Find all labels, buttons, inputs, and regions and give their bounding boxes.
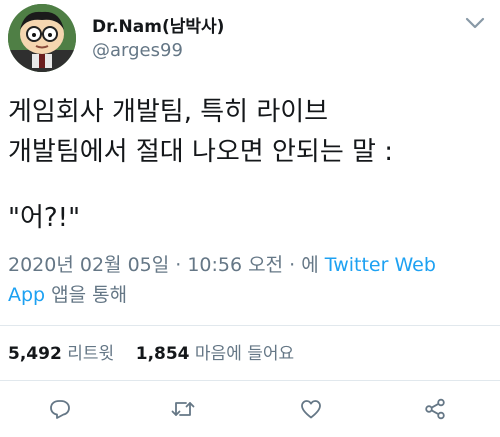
divider bbox=[0, 380, 500, 381]
like-label: 마음에 들어요 bbox=[194, 344, 295, 364]
chevron-down-icon[interactable] bbox=[462, 12, 488, 34]
share-icon[interactable] bbox=[420, 394, 450, 424]
action-bar bbox=[0, 392, 500, 426]
tweet-text: 게임회사 개발팀, 특히 라이브 개발팀에서 절대 나오면 안되는 말 : bbox=[8, 92, 488, 172]
tweet-timestamp[interactable]: 2020년 02월 05일 · 10:56 오전 · 에 bbox=[8, 254, 319, 276]
user-display-name[interactable]: Dr.Nam(남박사) bbox=[92, 12, 224, 37]
tweet-line-1: 게임회사 개발팀, 특히 라이브 bbox=[8, 97, 329, 127]
avatar-cartoon-icon bbox=[8, 4, 76, 72]
retweet-icon[interactable] bbox=[168, 394, 198, 424]
retweet-label: 리트윗 bbox=[67, 344, 115, 364]
source-link[interactable]: Twitter Web bbox=[325, 254, 436, 276]
tweet-quote: "어?!" bbox=[8, 203, 81, 233]
tweet-line-2: 개발팀에서 절대 나오면 안되는 말 : bbox=[8, 137, 393, 167]
reply-icon[interactable] bbox=[45, 394, 75, 424]
tweet-stats: 5,492 리트윗 1,854 마음에 들어요 bbox=[8, 342, 294, 366]
source-link-cont[interactable]: App bbox=[8, 284, 45, 306]
tweet-metadata: 2020년 02월 05일 · 10:56 오전 · 에 Twitter Web… bbox=[8, 250, 494, 310]
source-suffix: 앱을 통해 bbox=[51, 284, 128, 306]
retweet-count: 5,492 bbox=[8, 344, 62, 364]
like-stat[interactable]: 1,854 마음에 들어요 bbox=[136, 344, 294, 364]
avatar[interactable] bbox=[8, 4, 76, 72]
like-count: 1,854 bbox=[135, 344, 190, 364]
divider bbox=[0, 325, 500, 326]
user-handle[interactable]: @arges99 bbox=[92, 40, 183, 61]
heart-icon[interactable] bbox=[296, 394, 326, 424]
retweet-stat[interactable]: 5,492 리트윗 bbox=[8, 344, 114, 364]
